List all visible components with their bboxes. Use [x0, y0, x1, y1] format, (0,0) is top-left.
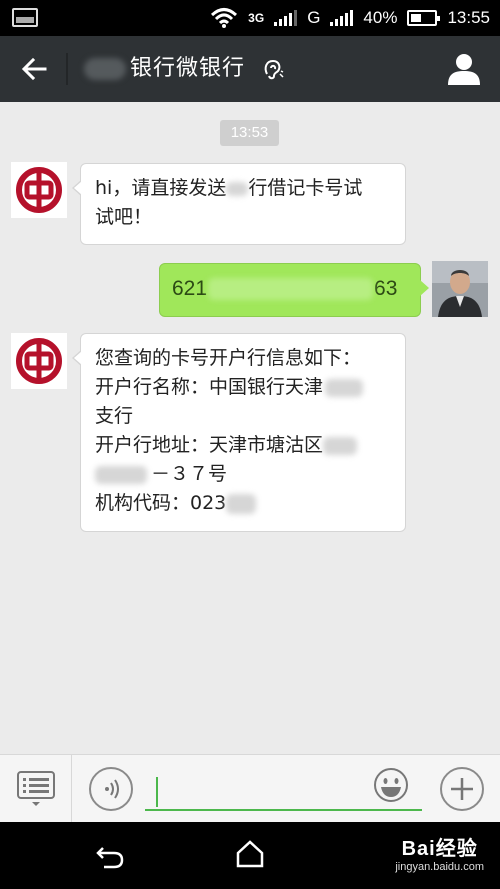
signal-strength-icon — [274, 10, 298, 26]
incoming-message-bubble[interactable]: 您查询的卡号开户行信息如下： 开户行名称：中国银行天津 支行 开户行地址：天津市… — [72, 333, 406, 532]
watermark-url: jingyan.baidu.com — [395, 861, 484, 873]
wifi-icon — [211, 8, 238, 28]
title-divider — [66, 53, 68, 85]
bank-of-china-logo-icon — [16, 338, 62, 384]
earpiece-mode-icon — [264, 59, 284, 80]
text-caret — [156, 777, 158, 807]
card-number-text: 621 63 — [172, 274, 408, 303]
bank-of-china-logo-icon — [16, 167, 62, 213]
bank-avatar[interactable] — [11, 333, 67, 389]
user-avatar[interactable] — [432, 261, 488, 317]
menu-toggle-button[interactable] — [0, 755, 72, 822]
redacted-card-digits — [208, 278, 374, 301]
redacted-title-prefix — [84, 58, 126, 80]
menu-list-icon — [16, 770, 55, 806]
watermark-brand: Bai经验 — [401, 838, 478, 860]
message-line: 机构代码：023 — [95, 489, 391, 518]
redacted-text — [226, 181, 249, 196]
network-3g-label: 3G — [248, 11, 265, 25]
message-timestamp: 13:53 — [220, 120, 279, 146]
chat-title-text: 银行微银行 — [130, 56, 246, 81]
card-number-suffix: 63 — [374, 277, 398, 300]
message-line: 开户行地址：天津市塘沽区 — [95, 431, 391, 460]
back-button[interactable] — [0, 36, 68, 102]
arrow-left-icon — [21, 57, 47, 81]
redacted-text — [95, 465, 147, 484]
redacted-text — [325, 378, 364, 397]
chat-area[interactable]: 13:53 hi，请直接发送 行借记卡号试 试吧！ 621 63 您查询的卡号开… — [0, 102, 500, 754]
redacted-text — [226, 493, 257, 514]
redacted-text — [323, 436, 358, 455]
chat-title: 银行微银行 — [84, 36, 245, 102]
status-bar: 3G G 40% 13:55 — [0, 0, 500, 36]
plus-icon — [451, 778, 473, 800]
network-g-label: G — [307, 8, 321, 27]
voice-input-icon — [105, 779, 119, 799]
battery-percent: 40% — [363, 8, 398, 27]
battery-icon — [407, 10, 441, 26]
user-photo-icon — [432, 261, 488, 317]
system-nav-bar: Bai经验 jingyan.baidu.com — [0, 822, 500, 889]
status-indicators: 3G G 40% 13:55 — [210, 0, 490, 36]
voice-input-button[interactable] — [89, 767, 133, 811]
back-icon[interactable] — [94, 840, 126, 872]
clock: 13:55 — [447, 8, 490, 27]
signal-strength-icon-2 — [330, 10, 354, 26]
message-line: 试吧！ — [95, 206, 153, 228]
message-line: 您查询的卡号开户行信息如下： — [95, 347, 362, 369]
more-options-button[interactable] — [440, 767, 484, 811]
card-number-prefix: 621 — [172, 277, 208, 300]
outgoing-message-bubble[interactable]: 621 63 — [159, 263, 429, 317]
message-line: hi，请直接发送 行借记卡号试 — [95, 177, 363, 199]
emoji-icon[interactable] — [373, 767, 409, 803]
person-icon[interactable] — [446, 51, 482, 87]
bank-avatar[interactable] — [11, 162, 67, 218]
message-line: 开户行名称：中国银行天津 — [95, 373, 391, 402]
baidu-jingyan-watermark: Bai经验 jingyan.baidu.com — [395, 832, 484, 873]
screenshot-notification-icon — [12, 8, 38, 27]
title-bar: 银行微银行 — [0, 36, 500, 102]
message-line: 支行 — [95, 405, 134, 427]
home-icon[interactable] — [234, 838, 266, 870]
input-bar — [0, 754, 500, 822]
message-line: －３７号 — [95, 460, 391, 489]
incoming-message-bubble[interactable]: hi，请直接发送 行借记卡号试 试吧！ — [72, 163, 406, 245]
